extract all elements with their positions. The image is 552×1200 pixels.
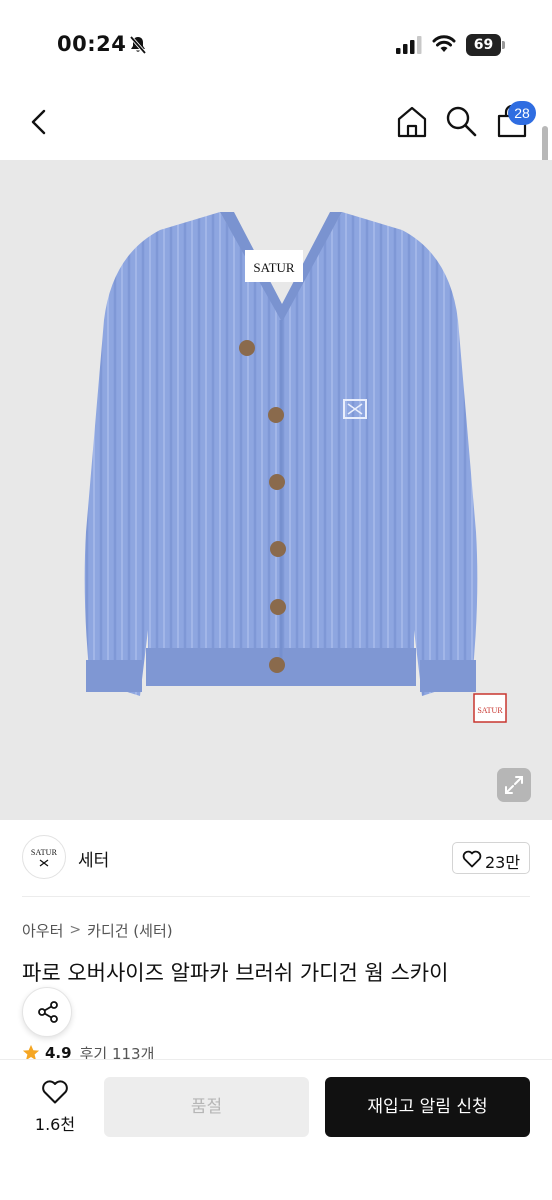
status-time: 00:24 xyxy=(57,32,127,56)
product-image[interactable]: SATUR SATUR xyxy=(0,160,552,820)
battery-cap xyxy=(502,41,505,49)
cardigan-illustration: SATUR SATUR xyxy=(84,212,507,723)
wishlist-count: 1.6천 xyxy=(34,1115,76,1134)
wifi-icon xyxy=(432,35,456,52)
cellular-signal-icon xyxy=(396,36,422,54)
brand-logo[interactable]: SATUR xyxy=(22,835,66,879)
share-button[interactable] xyxy=(22,987,72,1037)
breadcrumb-item-cardigan[interactable]: 카디건 (세터) xyxy=(87,920,172,941)
heart-outline-icon xyxy=(42,1080,68,1104)
brand-like-button[interactable]: 23만 xyxy=(452,842,530,874)
bottom-action-bar: 1.6천 품절 재입고 알림 신청 xyxy=(0,1059,552,1200)
brand-row: SATUR 세터 23만 xyxy=(0,834,552,882)
divider xyxy=(22,896,530,897)
status-bar: 00:24 69 xyxy=(0,0,552,88)
breadcrumb: 아우터 > 카디건 (세터) xyxy=(22,919,173,941)
brand-logo-text: SATUR xyxy=(30,848,58,857)
top-nav-bar xyxy=(0,88,552,160)
soldout-button: 품절 xyxy=(104,1077,309,1137)
brand-name[interactable]: 세터 xyxy=(78,846,109,871)
cart-count-badge: 28 xyxy=(508,101,536,125)
expand-icon xyxy=(505,776,523,794)
cuff-label-text: SATUR xyxy=(477,706,503,715)
share-icon xyxy=(38,1001,58,1023)
expand-image-button[interactable] xyxy=(497,768,531,802)
collar-label-text: SATUR xyxy=(253,260,295,275)
battery-indicator: 69 xyxy=(466,34,506,56)
restock-alert-button[interactable]: 재입고 알림 신청 xyxy=(325,1077,530,1137)
wishlist-button[interactable]: 1.6천 xyxy=(28,1077,82,1137)
home-button[interactable] xyxy=(394,104,430,140)
back-button[interactable] xyxy=(24,106,56,138)
brand-emblem-icon xyxy=(39,859,49,867)
brand-like-count: 23만 xyxy=(485,853,521,872)
search-button[interactable] xyxy=(444,104,478,138)
breadcrumb-separator: > xyxy=(69,922,82,938)
breadcrumb-item-outer[interactable]: 아우터 xyxy=(22,920,63,941)
product-title: 파로 오버사이즈 알파카 브러쉬 가디건 웜 스카이 xyxy=(22,961,449,985)
battery-level: 69 xyxy=(466,34,501,56)
bell-off-icon xyxy=(129,35,147,55)
heart-outline-icon xyxy=(462,850,482,868)
